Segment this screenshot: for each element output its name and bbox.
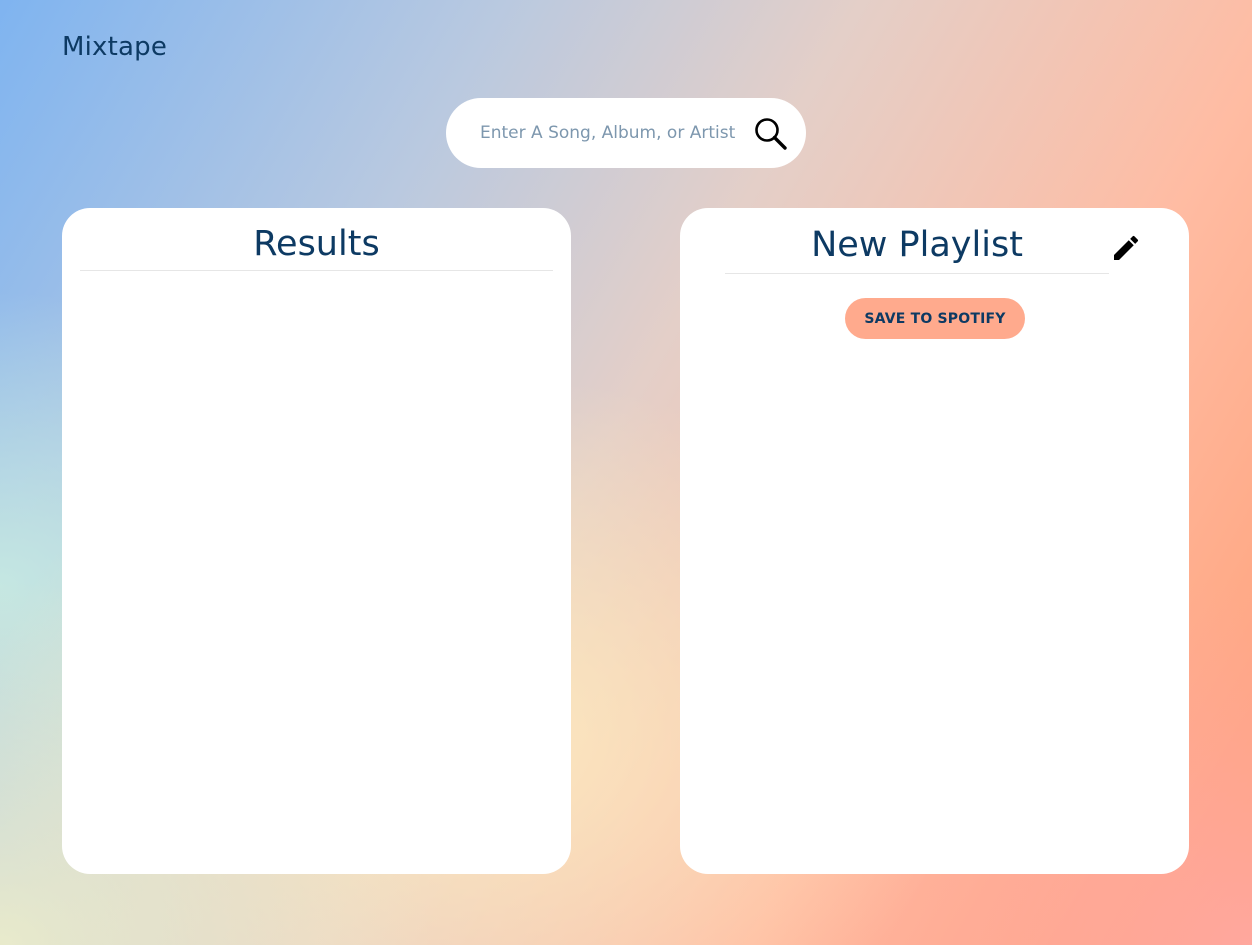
edit-playlist-name-button[interactable] <box>1110 232 1142 264</box>
search-icon <box>755 118 787 150</box>
playlist-panel: SAVE TO SPOTIFY <box>680 208 1189 874</box>
search-bar <box>446 98 806 168</box>
app-logo: Mixtape <box>62 32 168 62</box>
results-panel: Results <box>62 208 571 874</box>
results-divider <box>80 270 553 271</box>
save-to-spotify-button[interactable]: SAVE TO SPOTIFY <box>845 298 1025 339</box>
pencil-icon <box>1114 235 1139 260</box>
results-title: Results <box>253 224 380 264</box>
search-button[interactable] <box>752 115 790 153</box>
playlist-divider <box>725 273 1109 274</box>
playlist-track-list <box>698 353 1171 854</box>
results-track-list <box>80 278 553 854</box>
search-input[interactable] <box>480 116 740 150</box>
playlist-name-input[interactable] <box>725 222 1109 268</box>
